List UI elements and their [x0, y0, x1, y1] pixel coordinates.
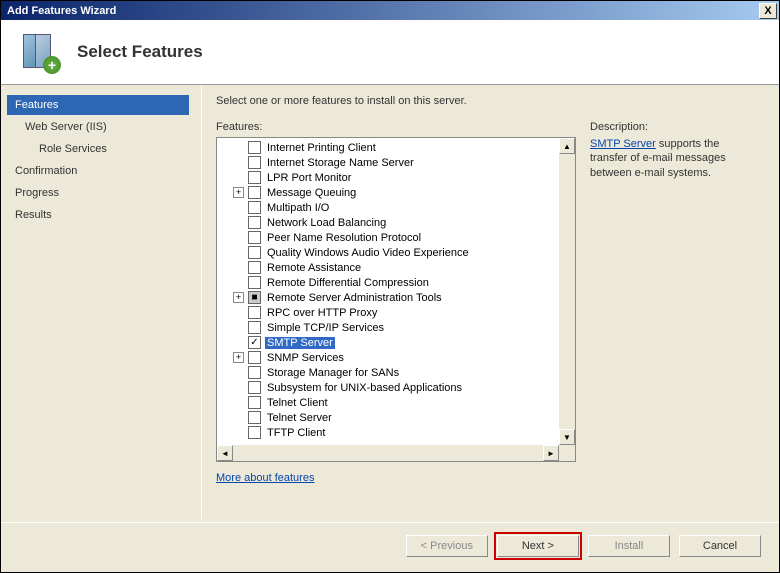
checkbox[interactable]	[248, 246, 261, 259]
cancel-button[interactable]: Cancel	[679, 535, 761, 557]
previous-button[interactable]: < Previous	[406, 535, 488, 557]
expander-icon[interactable]: +	[233, 187, 244, 198]
checkbox[interactable]	[248, 261, 261, 274]
checkbox[interactable]	[248, 156, 261, 169]
tree-item[interactable]: Remote Differential Compression	[219, 275, 557, 290]
scroll-up-icon[interactable]: ▲	[559, 138, 575, 154]
checkbox[interactable]	[248, 366, 261, 379]
tree-item[interactable]: Network Load Balancing	[219, 215, 557, 230]
description-label: Description:	[590, 121, 755, 133]
tree-item-label: Telnet Client	[265, 397, 330, 409]
wizard-header: + Select Features	[1, 20, 779, 85]
tree-item-label: Remote Server Administration Tools	[265, 292, 444, 304]
scroll-right-icon[interactable]: ►	[543, 445, 559, 461]
tree-item-label: Quality Windows Audio Video Experience	[265, 247, 471, 259]
checkbox[interactable]	[248, 321, 261, 334]
checkbox[interactable]	[248, 216, 261, 229]
checkbox[interactable]	[248, 171, 261, 184]
checkbox[interactable]	[248, 201, 261, 214]
expander-icon[interactable]: +	[233, 352, 244, 363]
tree-item-label: Peer Name Resolution Protocol	[265, 232, 423, 244]
checkbox[interactable]	[248, 306, 261, 319]
tree-item-label: TFTP Client	[265, 427, 327, 439]
more-about-link[interactable]: More about features	[216, 472, 314, 484]
checkbox[interactable]	[248, 186, 261, 199]
checkbox[interactable]	[248, 426, 261, 439]
checkbox[interactable]	[248, 231, 261, 244]
tree-item[interactable]: Multipath I/O	[219, 200, 557, 215]
sidebar-item[interactable]: Role Services	[7, 139, 189, 159]
checkbox[interactable]	[248, 276, 261, 289]
page-title: Select Features	[77, 42, 203, 62]
wizard-sidebar: FeaturesWeb Server (IIS)Role ServicesCon…	[1, 85, 201, 519]
close-icon: X	[764, 5, 771, 17]
checkbox[interactable]: ✓	[248, 336, 261, 349]
tree-item[interactable]: Subsystem for UNIX-based Applications	[219, 380, 557, 395]
button-bar: < Previous Next > Install Cancel	[1, 522, 779, 572]
install-button[interactable]: Install	[588, 535, 670, 557]
checkbox[interactable]: ■	[248, 291, 261, 304]
tree-item[interactable]: + ■ Remote Server Administration Tools	[219, 290, 557, 305]
tree-item-label: Storage Manager for SANs	[265, 367, 401, 379]
next-button[interactable]: Next >	[497, 535, 579, 557]
tree-item[interactable]: Internet Storage Name Server	[219, 155, 557, 170]
tree-item-label: Message Queuing	[265, 187, 358, 199]
features-tree: Internet Printing Client Internet Storage…	[216, 137, 576, 462]
tree-item[interactable]: Storage Manager for SANs	[219, 365, 557, 380]
tree-item[interactable]: Telnet Client	[219, 395, 557, 410]
instruction-text: Select one or more features to install o…	[216, 95, 757, 107]
tree-item[interactable]: ✓ SMTP Server	[219, 335, 557, 350]
checkbox[interactable]	[248, 141, 261, 154]
sidebar-item[interactable]: Features	[7, 95, 189, 115]
tree-item-label: SMTP Server	[265, 337, 335, 349]
tree-label: Features:	[216, 121, 576, 133]
description-text: SMTP Server supports the transfer of e-m…	[590, 137, 755, 180]
vertical-scrollbar[interactable]: ▲ ▼	[559, 138, 575, 445]
sidebar-item[interactable]: Confirmation	[7, 161, 189, 181]
checkbox[interactable]	[248, 351, 261, 364]
horizontal-scrollbar[interactable]: ◄ ►	[217, 445, 559, 461]
tree-item[interactable]: Peer Name Resolution Protocol	[219, 230, 557, 245]
tree-item-label: RPC over HTTP Proxy	[265, 307, 379, 319]
checkbox[interactable]	[248, 396, 261, 409]
tree-item[interactable]: Simple TCP/IP Services	[219, 320, 557, 335]
tree-item-label: Remote Assistance	[265, 262, 363, 274]
tree-item-label: Remote Differential Compression	[265, 277, 431, 289]
tree-item-label: Simple TCP/IP Services	[265, 322, 386, 334]
sidebar-item[interactable]: Web Server (IIS)	[7, 117, 189, 137]
tree-item-label: LPR Port Monitor	[265, 172, 353, 184]
tree-item-label: Subsystem for UNIX-based Applications	[265, 382, 464, 394]
tree-item-label: SNMP Services	[265, 352, 346, 364]
wizard-icon: +	[19, 32, 59, 72]
wizard-main: Select one or more features to install o…	[201, 85, 779, 519]
tree-item[interactable]: RPC over HTTP Proxy	[219, 305, 557, 320]
tree-item[interactable]: Telnet Server	[219, 410, 557, 425]
tree-item[interactable]: Internet Printing Client	[219, 140, 557, 155]
tree-item-label: Internet Storage Name Server	[265, 157, 416, 169]
sidebar-item[interactable]: Progress	[7, 183, 189, 203]
tree-item-label: Network Load Balancing	[265, 217, 388, 229]
tree-item[interactable]: Quality Windows Audio Video Experience	[219, 245, 557, 260]
tree-item[interactable]: TFTP Client	[219, 425, 557, 440]
expander-icon[interactable]: +	[233, 292, 244, 303]
tree-item[interactable]: + Message Queuing	[219, 185, 557, 200]
tree-item-label: Multipath I/O	[265, 202, 331, 214]
tree-item-label: Telnet Server	[265, 412, 334, 424]
checkbox[interactable]	[248, 381, 261, 394]
checkbox[interactable]	[248, 411, 261, 424]
description-link[interactable]: SMTP Server	[590, 138, 656, 150]
tree-item[interactable]: Remote Assistance	[219, 260, 557, 275]
tree-item[interactable]: LPR Port Monitor	[219, 170, 557, 185]
scroll-left-icon[interactable]: ◄	[217, 445, 233, 461]
close-button[interactable]: X	[759, 3, 777, 19]
tree-item[interactable]: + SNMP Services	[219, 350, 557, 365]
window-title: Add Features Wizard	[3, 5, 759, 17]
title-bar: Add Features Wizard X	[1, 1, 779, 20]
sidebar-item[interactable]: Results	[7, 205, 189, 225]
tree-item-label: Internet Printing Client	[265, 142, 378, 154]
scroll-down-icon[interactable]: ▼	[559, 429, 575, 445]
